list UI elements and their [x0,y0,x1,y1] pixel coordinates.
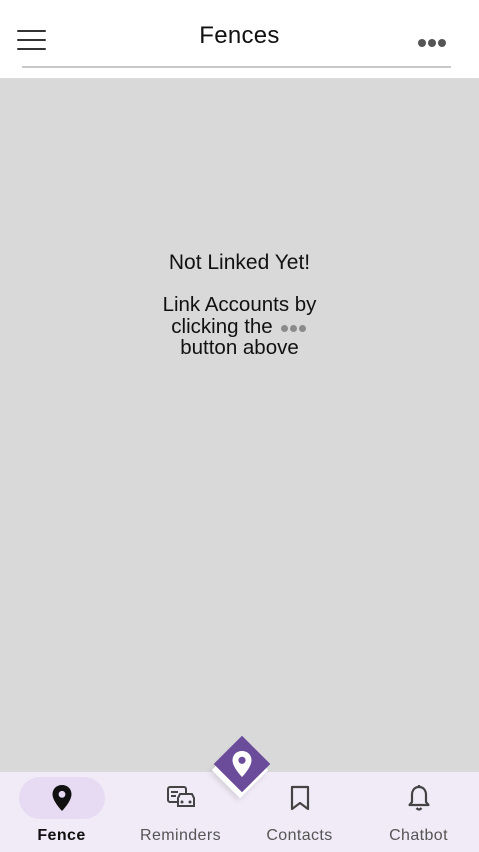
nav-label-contacts: Contacts [266,827,333,844]
add-fence-fab[interactable] [211,735,271,799]
main-content: Not Linked Yet! Link Accounts by clickin… [0,78,479,772]
nav-item-chatbot[interactable]: Chatbot [359,772,478,852]
empty-state-line-1: Link Accounts by [162,293,317,316]
empty-state-title: Not Linked Yet! [168,251,311,274]
page-title: Fences [199,22,280,49]
nav-label-fence: Fence [37,827,86,844]
reminders-icon [166,786,195,807]
app-header: Fences [0,0,479,78]
location-pin-icon [52,785,71,811]
empty-state-line-2: clicking the [0,314,479,338]
active-indicator [18,777,105,819]
nav-label-reminders: Reminders [140,827,221,844]
bell-icon [407,785,430,811]
header-divider [22,66,451,68]
empty-state-line-3: button above [180,336,299,359]
empty-state-message: Link Accounts by clicking the button abo… [0,294,479,359]
nav-item-fence[interactable]: Fence [2,772,121,852]
nav-label-chatbot: Chatbot [389,827,448,844]
more-horizontal-icon [418,39,426,47]
bookmark-icon [290,785,309,811]
location-pin-icon [232,751,252,777]
more-horizontal-icon [280,315,308,337]
empty-state-line-2-text: clicking the [171,314,273,338]
more-options-button[interactable] [418,34,452,47]
